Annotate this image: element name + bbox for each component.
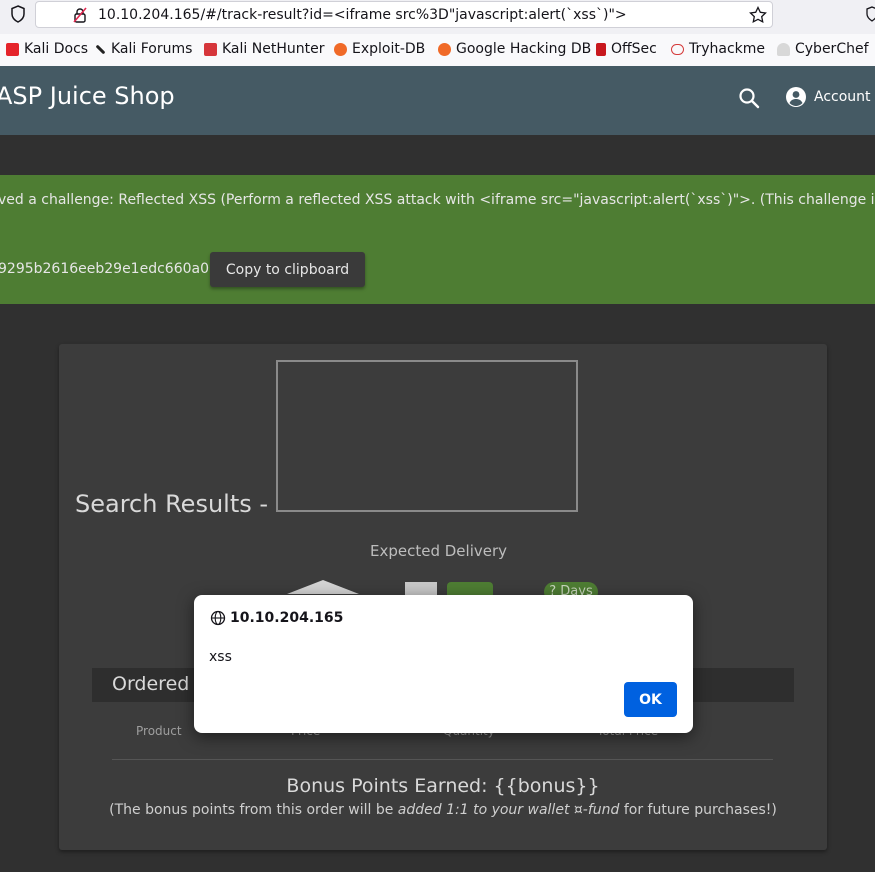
kali-docs-icon bbox=[6, 42, 19, 56]
account-circle-icon bbox=[786, 87, 806, 107]
expected-delivery-label: Expected Delivery bbox=[370, 542, 508, 560]
ok-button[interactable]: OK bbox=[624, 682, 677, 717]
bookmark-label: OffSec bbox=[611, 41, 657, 57]
url-text[interactable]: 10.10.204.165/#/track-result?id=<iframe … bbox=[98, 7, 627, 23]
bookmark-label: Kali NetHunter bbox=[222, 41, 325, 57]
nethunter-icon bbox=[204, 42, 217, 56]
shield-extension-icon[interactable] bbox=[866, 6, 875, 22]
browser-url-bar: 10.10.204.165/#/track-result?id=<iframe … bbox=[0, 0, 875, 34]
globe-icon bbox=[210, 610, 226, 626]
dialog-origin: 10.10.204.165 bbox=[210, 610, 343, 626]
bookmarks-bar: Kali Docs Kali Forums Kali NetHunter Exp… bbox=[0, 34, 875, 67]
bonus-note-emphasis: added 1:1 to your wallet ¤-fund bbox=[397, 802, 620, 818]
bonus-points-note: (The bonus points from this order will b… bbox=[59, 802, 827, 818]
tracking-shield-icon[interactable] bbox=[10, 5, 26, 23]
banner-message: ved a challenge: Reflected XSS (Perform … bbox=[0, 192, 875, 208]
dialog-origin-host: 10.10.204.165 bbox=[230, 610, 344, 626]
bookmark-label: Google Hacking DB bbox=[456, 41, 592, 57]
divider bbox=[112, 759, 773, 760]
bookmark-label: Tryhackme bbox=[689, 41, 766, 57]
bonus-note-suffix: for future purchases!) bbox=[619, 802, 777, 818]
ordered-products-title: Ordered bbox=[112, 673, 190, 695]
dialog-message: xss bbox=[209, 649, 232, 665]
challenge-solved-banner: ved a challenge: Reflected XSS (Perform … bbox=[0, 175, 875, 304]
account-button[interactable]: Account bbox=[784, 85, 871, 109]
column-header-product: Product bbox=[136, 724, 182, 738]
bookmark-label: Kali Forums bbox=[111, 41, 193, 57]
tryhackme-icon bbox=[671, 43, 684, 55]
bookmark-label: Kali Docs bbox=[24, 41, 89, 57]
offsec-icon bbox=[596, 42, 606, 56]
insecure-lock-icon[interactable] bbox=[72, 7, 88, 23]
bookmark-kali-docs[interactable]: Kali Docs bbox=[6, 41, 88, 57]
search-icon[interactable] bbox=[737, 86, 761, 110]
kali-forums-icon bbox=[95, 44, 106, 54]
bookmark-label: Exploit-DB bbox=[352, 41, 426, 57]
url-host: 10.10.204.165 bbox=[98, 7, 201, 23]
exploit-db-icon bbox=[334, 42, 347, 56]
ghdb-icon bbox=[438, 42, 451, 56]
address-field[interactable]: 10.10.204.165/#/track-result?id=<iframe … bbox=[35, 1, 773, 28]
bookmark-exploit-db[interactable]: Exploit-DB bbox=[334, 41, 425, 57]
bookmark-tryhackme[interactable]: Tryhackme bbox=[671, 41, 765, 57]
challenge-flag: 9295b2616eeb29e1edc660a0 bbox=[0, 261, 209, 277]
bonus-points-title: Bonus Points Earned: {{bonus}} bbox=[286, 775, 600, 797]
bookmark-offsec[interactable]: OffSec bbox=[596, 41, 657, 57]
url-path: /#/track-result?id=<iframe src%3D"javasc… bbox=[200, 7, 627, 23]
alert-dialog: 10.10.204.165 xss OK bbox=[194, 595, 693, 733]
bookmark-kali-nethunter[interactable]: Kali NetHunter bbox=[204, 41, 324, 57]
app-title[interactable]: ASP Juice Shop bbox=[0, 82, 175, 110]
bookmark-kali-forums[interactable]: Kali Forums bbox=[95, 41, 192, 57]
copy-to-clipboard-button[interactable]: Copy to clipboard bbox=[210, 252, 365, 287]
bookmark-ghdb[interactable]: Google Hacking DB bbox=[438, 41, 591, 57]
bookmark-cyberchef[interactable]: CyberChef bbox=[777, 41, 869, 57]
bookmark-label: CyberChef bbox=[795, 41, 869, 57]
account-label: Account bbox=[814, 89, 871, 105]
bonus-note-prefix: (The bonus points from this order will b… bbox=[109, 802, 398, 818]
cyberchef-icon bbox=[777, 42, 790, 56]
injected-iframe bbox=[276, 360, 578, 512]
bookmark-star-icon[interactable] bbox=[749, 6, 767, 24]
search-results-title: Search Results - bbox=[75, 490, 269, 518]
